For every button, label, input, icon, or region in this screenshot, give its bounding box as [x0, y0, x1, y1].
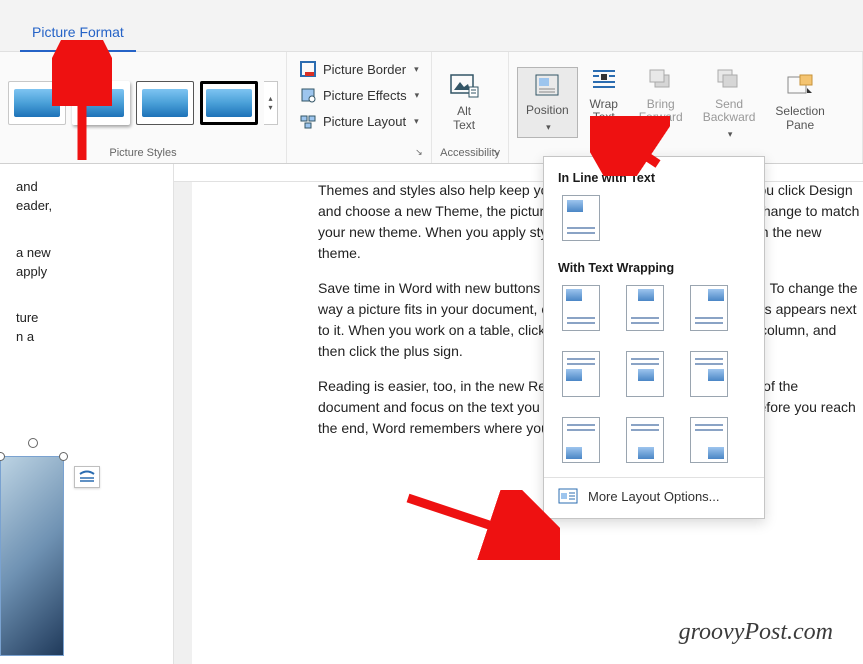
- dialog-launcher-icon[interactable]: ↘: [415, 147, 427, 159]
- bring-forward-icon: [646, 66, 676, 92]
- selected-picture[interactable]: [0, 456, 64, 656]
- selection-pane-icon: [785, 73, 815, 99]
- ribbon-group-picture-effects: Picture Border▾ Picture Effects▾ Picture…: [287, 52, 432, 163]
- alt-text-button[interactable]: Alt Text: [440, 68, 488, 138]
- layout-options-badge[interactable]: [74, 466, 100, 488]
- ribbon-group-accessibility: Alt Text Accessibility ↘: [432, 52, 509, 163]
- position-option-bottom-right[interactable]: [690, 417, 728, 463]
- picture-effects-button[interactable]: Picture Effects▾: [295, 84, 423, 106]
- rotation-handle[interactable]: [28, 438, 38, 448]
- paint-border-icon: [299, 60, 317, 78]
- ribbon-tab-bar: Picture Format: [0, 0, 863, 52]
- chevron-down-icon: ▾: [659, 129, 664, 139]
- chevron-down-icon: ▾: [415, 90, 420, 101]
- position-option-middle-left[interactable]: [562, 351, 600, 397]
- position-dropdown: In Line with Text With Text Wrapping Mor…: [543, 156, 765, 519]
- dialog-launcher-icon[interactable]: ↘: [492, 147, 504, 159]
- layout-options-icon: [78, 470, 96, 484]
- position-option-middle-right[interactable]: [690, 351, 728, 397]
- watermark: groovyPost.com: [679, 619, 833, 646]
- wrap-text-icon: [589, 66, 619, 92]
- send-backward-icon: [714, 66, 744, 92]
- position-option-inline[interactable]: [562, 195, 600, 241]
- picture-layout-button[interactable]: Picture Layout▾: [295, 110, 423, 132]
- chevron-down-icon: ▾: [414, 64, 419, 75]
- dropdown-section-wrap: With Text Wrapping: [544, 255, 764, 283]
- picture-style-thumb[interactable]: [136, 81, 194, 125]
- picture-style-gallery-expand[interactable]: ▴▾: [264, 81, 278, 125]
- chevron-down-icon: ▾: [546, 122, 551, 132]
- position-button[interactable]: Position ▾: [517, 67, 578, 137]
- ribbon-group-arrange: Position ▾ Wrap Text ▾ Bring Forward ▾ S…: [509, 52, 863, 163]
- layout-icon: [299, 112, 317, 130]
- picture-style-thumb[interactable]: [72, 81, 130, 125]
- picture-style-thumb[interactable]: [8, 81, 66, 125]
- position-icon: [532, 72, 562, 98]
- position-option-middle-center[interactable]: [626, 351, 664, 397]
- chevron-down-icon: ▾: [728, 129, 733, 139]
- more-layout-icon: [558, 488, 578, 504]
- ribbon: ▴▾ Picture Styles Picture Border▾ Pictur…: [0, 52, 863, 164]
- position-option-bottom-center[interactable]: [626, 417, 664, 463]
- send-backward-button[interactable]: Send Backward ▾: [694, 61, 765, 145]
- chevron-down-icon: ▾: [414, 116, 419, 127]
- position-option-bottom-left[interactable]: [562, 417, 600, 463]
- more-layout-options[interactable]: More Layout Options...: [544, 477, 764, 514]
- position-option-top-right[interactable]: [690, 285, 728, 331]
- chevron-down-icon: ▾: [602, 129, 607, 139]
- ribbon-group-label: Picture Styles: [8, 147, 278, 161]
- picture-border-button[interactable]: Picture Border▾: [295, 58, 423, 80]
- position-option-top-left[interactable]: [562, 285, 600, 331]
- effects-icon: [299, 86, 317, 104]
- alt-text-icon: [449, 73, 479, 99]
- tab-picture-format[interactable]: Picture Format: [20, 16, 136, 52]
- bring-forward-button[interactable]: Bring Forward ▾: [630, 61, 692, 145]
- position-option-top-center[interactable]: [626, 285, 664, 331]
- picture-style-thumb[interactable]: [200, 81, 258, 125]
- ribbon-group-picture-styles: ▴▾ Picture Styles: [0, 52, 287, 163]
- selection-pane-button[interactable]: Selection Pane: [766, 68, 833, 138]
- dropdown-section-inline: In Line with Text: [544, 165, 764, 193]
- wrap-text-button[interactable]: Wrap Text ▾: [580, 61, 628, 145]
